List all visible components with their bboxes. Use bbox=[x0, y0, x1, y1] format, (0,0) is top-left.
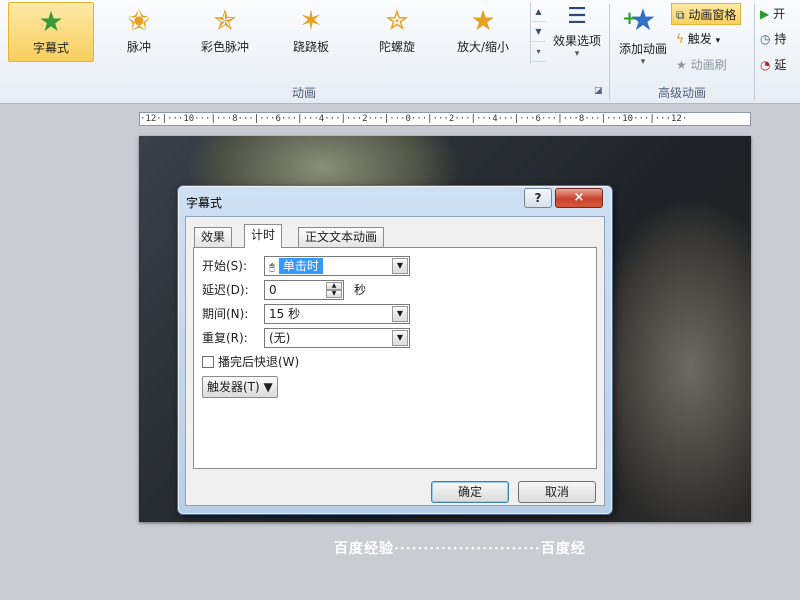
animation-item-pulse[interactable]: ✬ 脉冲 bbox=[96, 2, 182, 62]
chevron-down-icon: ▾ bbox=[574, 49, 580, 59]
delay-label: 延迟(D): bbox=[202, 283, 249, 297]
duration-select[interactable]: 15 秒 ▼ bbox=[264, 304, 410, 324]
dropdown-arrow-icon[interactable]: ▼ bbox=[392, 258, 408, 274]
start-value: 单击时 bbox=[278, 258, 323, 274]
gallery-scroll: ▲ ▼ ▾ bbox=[530, 2, 546, 64]
dialog-title: 字幕式 bbox=[186, 196, 223, 210]
animation-label: 放大/缩小 bbox=[456, 40, 510, 54]
cancel-button[interactable]: 取消 bbox=[518, 481, 596, 503]
group-label-advanced: 高级动画 bbox=[657, 86, 706, 100]
repeat-label: 重复(R): bbox=[202, 331, 248, 345]
timing-panel: 开始(S): 🖰 单击时 ▼ 延迟(D): 0 ▲ ▼ 秒 期间(N): 15 … bbox=[193, 247, 597, 469]
spin-up-icon[interactable]: ▲ bbox=[326, 282, 342, 290]
duration-label: 期间(N): bbox=[202, 307, 249, 321]
animation-pane-icon: ⧉ bbox=[676, 8, 685, 22]
mouse-icon: 🖰 bbox=[269, 262, 275, 273]
animation-item-subtitle[interactable]: ★ 字幕式 bbox=[8, 2, 94, 62]
animation-pane-label: 动画窗格 bbox=[688, 8, 737, 22]
help-button[interactable]: ? bbox=[524, 188, 552, 208]
green-star-icon: ★ bbox=[38, 5, 64, 38]
add-animation-label: 添加动画 bbox=[618, 42, 667, 56]
timing-duration[interactable]: ◷ 持 bbox=[760, 28, 786, 50]
trigger-button[interactable]: ϟ 触发 ▾ bbox=[672, 28, 724, 50]
start-label: 开始(S): bbox=[202, 259, 248, 273]
animation-painter-button[interactable]: ★ 动画刷 bbox=[672, 54, 731, 76]
gold-star-icon: ✶ bbox=[299, 4, 323, 37]
more-icon[interactable]: ▾ bbox=[531, 42, 546, 62]
trigger-label: 触发 bbox=[687, 32, 712, 46]
animation-item-color-pulse[interactable]: ✯ 彩色脉冲 bbox=[182, 2, 268, 62]
close-button[interactable]: × bbox=[555, 188, 603, 208]
start-select[interactable]: 🖰 单击时 ▼ bbox=[264, 256, 410, 276]
delay-spinner[interactable]: 0 ▲ ▼ bbox=[264, 280, 344, 300]
chevron-down-icon: ▾ bbox=[715, 36, 721, 46]
dropdown-arrow-icon[interactable]: ▼ bbox=[392, 330, 408, 346]
effects-options-button[interactable]: ☰ 效果选项 ▾ bbox=[549, 2, 605, 76]
timing-duration-label: 持 bbox=[774, 32, 787, 46]
animation-label: 陀螺旋 bbox=[378, 40, 415, 54]
play-icon: ▶ bbox=[760, 7, 770, 21]
gold-star-icon: ✮ bbox=[385, 4, 409, 37]
divider bbox=[754, 4, 755, 100]
animation-item-spin[interactable]: ✮ 陀螺旋 bbox=[354, 2, 440, 62]
chevron-down-icon: ▾ bbox=[640, 57, 646, 67]
timing-start[interactable]: ▶ 开 bbox=[760, 3, 785, 25]
plus-icon: + bbox=[622, 8, 638, 29]
animation-painter-label: 动画刷 bbox=[690, 58, 727, 72]
delay-clock-icon: ◔ bbox=[760, 58, 771, 72]
timing-start-label: 开 bbox=[773, 7, 786, 21]
dialog-launcher-icon[interactable]: ◪ bbox=[594, 86, 603, 96]
add-animation-button[interactable]: ★ + 添加动画 ▾ bbox=[614, 2, 672, 80]
ribbon: ★ 字幕式 ✬ 脉冲 ✯ 彩色脉冲 ✶ 跷跷板 ✮ 陀螺旋 ★ 放大/缩小 ▲ … bbox=[0, 0, 800, 104]
delay-value: 0 bbox=[269, 283, 277, 297]
divider bbox=[609, 4, 610, 100]
animation-label: 脉冲 bbox=[126, 40, 151, 54]
ok-button[interactable]: 确定 bbox=[431, 481, 509, 503]
scroll-up-icon[interactable]: ▲ bbox=[531, 2, 546, 22]
rewind-label: 播完后快退(W) bbox=[218, 355, 300, 369]
tab-text-animation[interactable]: 正文文本动画 bbox=[298, 227, 385, 247]
blue-star-icon: ★ + bbox=[614, 2, 672, 40]
horizontal-ruler[interactable]: ·12·|···10···|···8···|···6···|···4···|··… bbox=[139, 112, 751, 126]
dropdown-arrow-icon[interactable]: ▼ bbox=[392, 306, 408, 322]
gold-star-icon: ✬ bbox=[127, 4, 151, 37]
dialog-body: 效果 计时 正文文本动画 开始(S): 🖰 单击时 ▼ 延迟(D): 0 ▲ ▼… bbox=[185, 216, 605, 506]
duration-value: 15 秒 bbox=[269, 307, 301, 321]
scroll-down-icon[interactable]: ▼ bbox=[531, 22, 546, 42]
animation-label: 字幕式 bbox=[32, 41, 69, 55]
animation-item-grow-shrink[interactable]: ★ 放大/缩小 bbox=[440, 2, 526, 62]
gold-star-icon: ★ bbox=[470, 4, 496, 37]
spin-down-icon[interactable]: ▼ bbox=[326, 290, 342, 298]
group-label-animation: 动画 bbox=[291, 86, 316, 100]
painter-star-icon: ★ bbox=[676, 58, 687, 72]
repeat-value: (无) bbox=[269, 331, 291, 345]
tab-timing[interactable]: 计时 bbox=[244, 224, 283, 248]
animation-label: 彩色脉冲 bbox=[200, 40, 249, 54]
delay-unit: 秒 bbox=[354, 283, 367, 297]
animation-label: 跷跷板 bbox=[292, 40, 329, 54]
repeat-select[interactable]: (无) ▼ bbox=[264, 328, 410, 348]
animation-gallery: ★ 字幕式 ✬ 脉冲 ✯ 彩色脉冲 ✶ 跷跷板 ✮ 陀螺旋 ★ 放大/缩小 bbox=[4, 2, 530, 64]
watermark-text: 百度经验·························百度经 bbox=[334, 541, 586, 557]
effects-options-label: 效果选项 bbox=[552, 34, 601, 48]
triggers-button[interactable]: 触发器(T) ▼ bbox=[202, 376, 278, 398]
tab-effect[interactable]: 效果 bbox=[194, 227, 233, 247]
timing-delay[interactable]: ◔ 延 bbox=[760, 54, 786, 76]
rewind-checkbox[interactable] bbox=[202, 356, 214, 368]
effect-options-dialog: 字幕式 效果 计时 正文文本动画 开始(S): 🖰 单击时 ▼ 延迟(D): 0… bbox=[177, 185, 613, 515]
lightning-icon: ϟ bbox=[676, 32, 684, 46]
animation-pane-button[interactable]: ⧉ 动画窗格 bbox=[671, 3, 742, 25]
list-icon: ☰ bbox=[567, 4, 587, 29]
animation-item-teeter[interactable]: ✶ 跷跷板 bbox=[268, 2, 354, 62]
timing-delay-label: 延 bbox=[774, 58, 787, 72]
gold-star-icon: ✯ bbox=[213, 4, 237, 37]
clock-icon: ◷ bbox=[760, 32, 771, 46]
